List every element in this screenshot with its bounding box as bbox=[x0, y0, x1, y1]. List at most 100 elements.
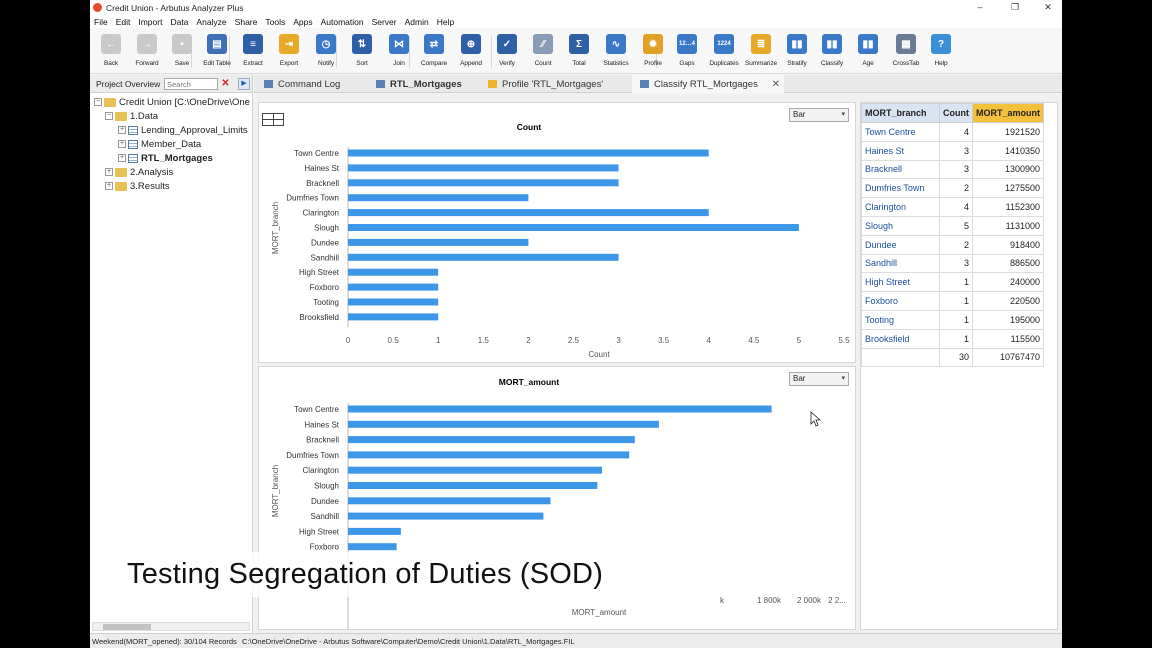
duplicates-button[interactable]: 1224 Duplicates bbox=[707, 33, 741, 71]
branch-cell[interactable]: High Street bbox=[861, 272, 940, 293]
branch-cell[interactable]: Dundee bbox=[861, 234, 940, 255]
bar-sandhill[interactable] bbox=[348, 253, 619, 261]
forward-button[interactable]: → Forward bbox=[130, 33, 164, 71]
back-button[interactable]: ← Back bbox=[94, 33, 128, 71]
column-header-mort-amount[interactable]: MORT_amount bbox=[972, 103, 1044, 123]
expand-icon[interactable]: + bbox=[105, 182, 113, 190]
crosstab-button[interactable]: ▦ CrossTab bbox=[889, 33, 923, 71]
expand-icon[interactable]: + bbox=[105, 168, 113, 176]
branch-cell[interactable]: Haines St bbox=[861, 140, 940, 161]
close-tab-icon[interactable]: ✕ bbox=[772, 79, 780, 90]
export-button[interactable]: ⇥ Export bbox=[272, 33, 306, 71]
bar-town-centre[interactable] bbox=[348, 405, 772, 413]
expand-icon[interactable]: + bbox=[118, 154, 126, 162]
tab-profile-rtl-mortgages[interactable]: Profile 'RTL_Mortgages' bbox=[480, 75, 630, 93]
save-button[interactable]: ▪ Save bbox=[165, 33, 199, 71]
bar-dumfries-town[interactable] bbox=[348, 194, 529, 202]
count-button[interactable]: ⁄⁄ Count bbox=[526, 33, 560, 71]
join-button[interactable]: ⋈ Join bbox=[382, 33, 416, 71]
menu-edit[interactable]: Edit bbox=[116, 17, 131, 27]
summarize-button[interactable]: ≣ Summarize bbox=[744, 33, 778, 71]
branch-cell[interactable]: Sandhill bbox=[861, 253, 940, 274]
horizontal-scrollbar[interactable] bbox=[92, 622, 250, 631]
append-button[interactable]: ⊕ Append bbox=[454, 33, 488, 71]
gaps-button[interactable]: 12…4 Gaps bbox=[670, 33, 704, 71]
bar-tooting[interactable] bbox=[348, 298, 439, 306]
tree-item-1-data[interactable]: − 1.Data bbox=[105, 109, 158, 123]
minimize-button[interactable]: – bbox=[966, 0, 994, 15]
close-window-button[interactable]: ✕ bbox=[1034, 0, 1062, 15]
compare-button[interactable]: ⇄ Compare bbox=[417, 33, 451, 71]
age-button[interactable]: ▮▮ Age bbox=[851, 33, 885, 71]
tab-command-log[interactable]: Command Log bbox=[256, 75, 366, 93]
tree-item-lending-approval-limits[interactable]: + Lending_Approval_Limits bbox=[118, 123, 248, 137]
bar-slough[interactable] bbox=[348, 482, 598, 489]
branch-cell[interactable]: Brooksfield bbox=[861, 328, 940, 349]
tree-item-3-results[interactable]: +3.Results bbox=[105, 179, 170, 193]
classify-button[interactable]: ▮▮ Classify bbox=[815, 33, 849, 71]
tree-item-rtl-mortgages[interactable]: + RTL_Mortgages bbox=[118, 151, 213, 165]
project-search-input[interactable] bbox=[164, 78, 218, 90]
bar-haines-st[interactable] bbox=[348, 420, 659, 428]
bar-foxboro[interactable] bbox=[348, 543, 397, 551]
bar-dundee[interactable] bbox=[348, 238, 529, 246]
bar-brooksfield[interactable] bbox=[348, 313, 439, 321]
menu-file[interactable]: File bbox=[94, 17, 108, 27]
statistics-button[interactable]: ∿ Statistics bbox=[599, 33, 633, 71]
notify-button[interactable]: ◷ Notify bbox=[309, 33, 343, 71]
collapse-icon[interactable]: − bbox=[94, 98, 102, 106]
menu-tools[interactable]: Tools bbox=[265, 17, 285, 27]
bar-dumfries-town[interactable] bbox=[348, 451, 630, 459]
menu-import[interactable]: Import bbox=[138, 17, 162, 27]
bar-clarington[interactable] bbox=[348, 209, 709, 217]
bar-foxboro[interactable] bbox=[348, 283, 439, 291]
edit-table-button[interactable]: ▤ Edit Table bbox=[200, 33, 234, 71]
branch-cell[interactable]: Slough bbox=[861, 215, 940, 236]
expand-icon[interactable]: + bbox=[118, 126, 126, 134]
branch-cell[interactable]: Clarington bbox=[861, 197, 940, 217]
verify-button[interactable]: ✓ Verify bbox=[490, 33, 524, 71]
tree-item-2-analysis[interactable]: +2.Analysis bbox=[105, 165, 173, 179]
bar-haines-st[interactable] bbox=[348, 164, 619, 172]
bar-high-street[interactable] bbox=[348, 268, 439, 276]
total-button[interactable]: Σ Total bbox=[562, 33, 596, 71]
menu-analyze[interactable]: Analyze bbox=[196, 17, 226, 27]
tab-classify-rtl-mortgages[interactable]: Classify RTL_Mortgages ✕ bbox=[632, 75, 784, 93]
column-header-count[interactable]: Count bbox=[939, 103, 973, 123]
menu-data[interactable]: Data bbox=[170, 17, 188, 27]
bar-slough[interactable] bbox=[348, 224, 799, 231]
branch-cell[interactable]: Town Centre bbox=[861, 122, 940, 142]
profile-button[interactable]: ✹ Profile bbox=[636, 33, 670, 71]
branch-cell[interactable]: Dumfries Town bbox=[861, 178, 940, 199]
search-go-icon[interactable]: ▶ bbox=[238, 78, 250, 90]
menu-apps[interactable]: Apps bbox=[293, 17, 312, 27]
bar-town-centre[interactable] bbox=[348, 149, 709, 157]
scrollbar-thumb[interactable] bbox=[103, 624, 151, 630]
bar-clarington[interactable] bbox=[348, 466, 603, 474]
branch-cell[interactable]: Foxboro bbox=[861, 291, 940, 311]
bar-sandhill[interactable] bbox=[348, 512, 544, 520]
bar-bracknell[interactable] bbox=[348, 436, 635, 444]
menu-server[interactable]: Server bbox=[372, 17, 397, 27]
help-button[interactable]: ? Help bbox=[924, 33, 958, 71]
tree-item-member-data[interactable]: + Member_Data bbox=[118, 137, 201, 151]
sort-button[interactable]: ⇅ Sort bbox=[345, 33, 379, 71]
stratify-button[interactable]: ▮▮ Stratify bbox=[780, 33, 814, 71]
tab-rtl-mortgages[interactable]: RTL_Mortgages bbox=[368, 75, 478, 93]
extract-button[interactable]: ≡ Extract bbox=[236, 33, 270, 71]
bar-dundee[interactable] bbox=[348, 497, 551, 505]
maximize-button[interactable]: ❐ bbox=[1001, 0, 1029, 15]
bar-high-street[interactable] bbox=[348, 527, 401, 535]
menu-automation[interactable]: Automation bbox=[321, 17, 364, 27]
branch-cell[interactable]: Bracknell bbox=[861, 159, 940, 180]
branch-cell[interactable]: Tooting bbox=[861, 309, 940, 330]
collapse-icon[interactable]: − bbox=[105, 112, 113, 120]
menu-help[interactable]: Help bbox=[437, 17, 454, 27]
tree-root[interactable]: − Credit Union [C:\OneDrive\One bbox=[94, 95, 250, 109]
menu-share[interactable]: Share bbox=[235, 17, 258, 27]
clear-search-icon[interactable]: ✕ bbox=[220, 78, 231, 90]
bar-bracknell[interactable] bbox=[348, 179, 619, 187]
column-header-mort-branch[interactable]: MORT_branch bbox=[861, 103, 940, 123]
expand-icon[interactable]: + bbox=[118, 140, 126, 148]
menu-admin[interactable]: Admin bbox=[405, 17, 429, 27]
